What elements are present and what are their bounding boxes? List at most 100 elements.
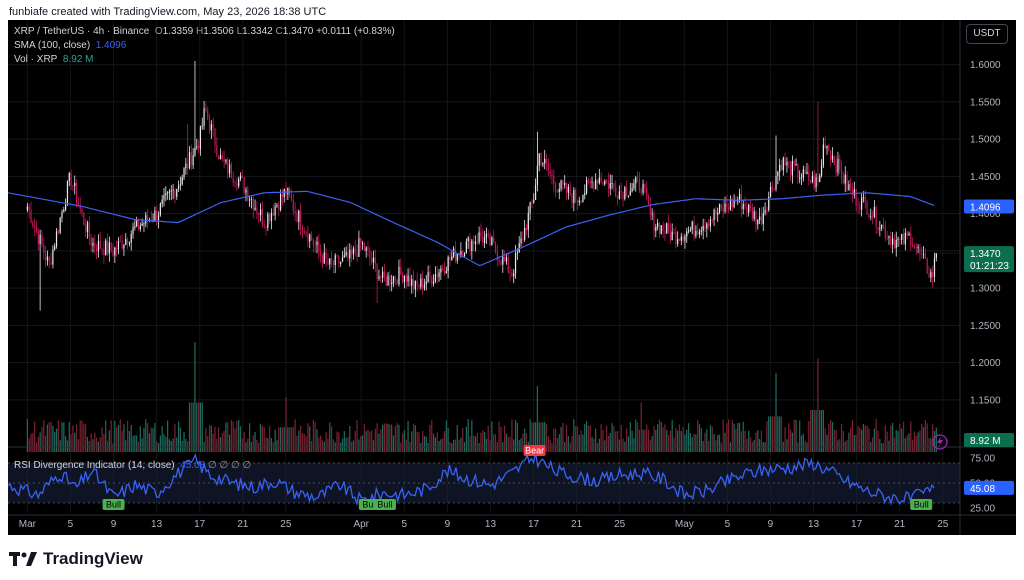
candle-body[interactable] — [134, 226, 136, 228]
candle-body[interactable] — [369, 250, 371, 259]
candle-body[interactable] — [90, 236, 92, 246]
candle-body[interactable] — [72, 185, 74, 187]
candle-body[interactable] — [128, 242, 130, 244]
candle-body[interactable] — [236, 183, 238, 187]
candle-body[interactable] — [886, 237, 888, 239]
candle-body[interactable] — [451, 256, 453, 261]
candle-body[interactable] — [196, 146, 198, 148]
candle-body[interactable] — [63, 209, 65, 212]
candle-body[interactable] — [642, 184, 644, 193]
candle-body[interactable] — [795, 164, 797, 166]
candle-body[interactable] — [143, 223, 145, 225]
candle-body[interactable] — [176, 188, 178, 197]
candle-body[interactable] — [432, 281, 435, 285]
candle-body[interactable] — [476, 241, 478, 243]
candle-body[interactable] — [890, 236, 892, 245]
candle-body[interactable] — [855, 189, 857, 206]
candle-body[interactable] — [844, 174, 846, 184]
candle-body[interactable] — [565, 182, 568, 193]
candle-body[interactable] — [232, 177, 234, 183]
candle-body[interactable] — [839, 158, 841, 170]
candle-body[interactable] — [738, 193, 741, 200]
candle-body[interactable] — [400, 266, 402, 275]
candle-body[interactable] — [585, 179, 588, 194]
candle-body[interactable] — [902, 234, 905, 245]
candle-body[interactable] — [757, 219, 759, 225]
candle-body[interactable] — [811, 175, 814, 183]
candle-body[interactable] — [870, 216, 872, 218]
candle-body[interactable] — [123, 245, 125, 249]
candle-body[interactable] — [167, 191, 169, 194]
candle-body[interactable] — [154, 210, 156, 221]
candle-body[interactable] — [646, 187, 648, 197]
candle-body[interactable] — [904, 232, 906, 245]
candle-body[interactable] — [310, 234, 313, 241]
candle-body[interactable] — [256, 207, 258, 214]
candle-body[interactable] — [831, 155, 834, 160]
candle-body[interactable] — [633, 183, 635, 189]
candle-body[interactable] — [771, 187, 773, 190]
candle-body[interactable] — [50, 261, 52, 265]
candle-body[interactable] — [74, 183, 76, 186]
candle-body[interactable] — [644, 184, 646, 188]
candle-body[interactable] — [110, 242, 112, 251]
candle-body[interactable] — [833, 155, 835, 165]
candle-body[interactable] — [265, 226, 267, 228]
candle-body[interactable] — [480, 232, 482, 238]
candle-body[interactable] — [247, 189, 249, 201]
candle-body[interactable] — [130, 234, 132, 243]
candle-body[interactable] — [201, 125, 203, 127]
candle-body[interactable] — [376, 263, 378, 279]
candle-body[interactable] — [562, 180, 564, 185]
candle-body[interactable] — [352, 248, 355, 255]
candle-body[interactable] — [243, 177, 245, 193]
candle-body[interactable] — [729, 199, 732, 210]
candle-body[interactable] — [374, 257, 376, 264]
candle-body[interactable] — [882, 224, 885, 227]
candle-body[interactable] — [192, 155, 194, 166]
candle-body[interactable] — [197, 146, 200, 149]
candle-body[interactable] — [578, 200, 580, 203]
candle-body[interactable] — [254, 207, 256, 210]
candle-body[interactable] — [922, 253, 925, 255]
candle-body[interactable] — [117, 241, 120, 250]
candle-body[interactable] — [678, 239, 681, 241]
candle-body[interactable] — [542, 163, 544, 165]
candle-body[interactable] — [871, 216, 874, 218]
candle-body[interactable] — [203, 108, 205, 126]
candle-body[interactable] — [759, 216, 761, 220]
candle-body[interactable] — [677, 239, 679, 244]
candle-body[interactable] — [473, 240, 475, 245]
candle-body[interactable] — [199, 126, 202, 149]
candle-body[interactable] — [604, 180, 606, 185]
candle-body[interactable] — [520, 238, 522, 244]
candle-body[interactable] — [453, 248, 455, 257]
candle-body[interactable] — [509, 272, 511, 274]
candle-body[interactable] — [666, 223, 668, 234]
candle-body[interactable] — [709, 219, 712, 227]
candle-body[interactable] — [32, 223, 34, 226]
candle-body[interactable] — [669, 230, 671, 241]
candle-body[interactable] — [817, 177, 819, 183]
candle-body[interactable] — [789, 161, 792, 176]
candle-body[interactable] — [95, 247, 98, 252]
candle-body[interactable] — [420, 278, 422, 288]
candle-body[interactable] — [498, 260, 500, 262]
candle-body[interactable] — [808, 171, 810, 181]
candle-body[interactable] — [350, 249, 353, 255]
candle-body[interactable] — [86, 222, 89, 232]
candle-body[interactable] — [380, 276, 382, 278]
candle-body[interactable] — [881, 224, 883, 229]
candle-body[interactable] — [227, 159, 229, 174]
candle-body[interactable] — [846, 174, 848, 191]
candle-body[interactable] — [527, 213, 529, 230]
candle-body[interactable] — [598, 177, 600, 184]
candle-body[interactable] — [28, 206, 30, 211]
candle-body[interactable] — [511, 273, 513, 277]
candle-body[interactable] — [660, 225, 662, 235]
candle-body[interactable] — [596, 179, 599, 184]
candle-body[interactable] — [893, 238, 896, 249]
candle-body[interactable] — [651, 213, 653, 215]
candle-body[interactable] — [456, 253, 458, 261]
candle-body[interactable] — [367, 247, 369, 251]
